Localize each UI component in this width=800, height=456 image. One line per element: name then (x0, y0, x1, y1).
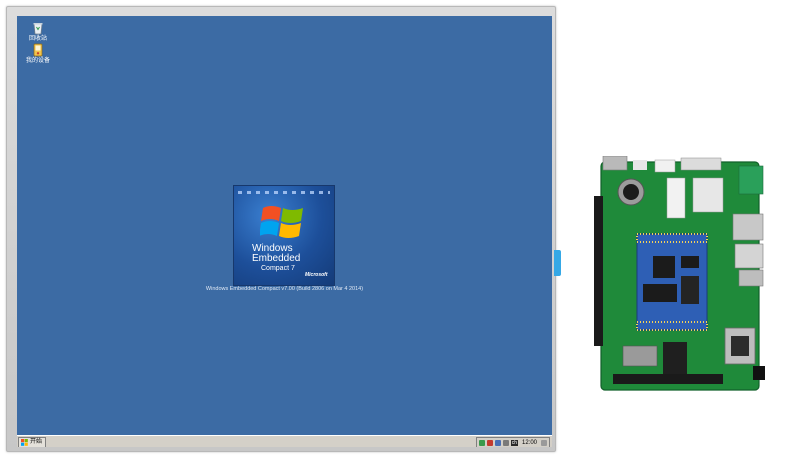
start-button-label: 开始 (30, 439, 43, 445)
lcd-monitor-frame: 回收站 我的设备 Windows Embedded Compact 7 Micr… (6, 6, 556, 452)
volume-icon[interactable] (494, 439, 501, 446)
clock[interactable]: 12:00 (520, 440, 539, 446)
splash-brand-text: Windows Embedded Compact 7 Microsoft (252, 244, 328, 279)
system-tray: ch 12:00 (475, 437, 550, 447)
my-device-icon (33, 43, 43, 57)
desktop-icon-label: 我的设备 (25, 58, 50, 64)
desktop: 回收站 我的设备 Windows Embedded Compact 7 Micr… (17, 16, 552, 447)
build-info-text: Windows Embedded Compact v7.00 (Build 28… (205, 286, 364, 292)
brand-line-compact: Compact 7 (261, 265, 295, 272)
embedded-board-photo (594, 156, 765, 391)
lcd-connector-tab (554, 250, 561, 276)
desktop-icon-label: 回收站 (28, 36, 47, 42)
network-icon[interactable] (478, 439, 485, 446)
desktop-toggle-icon[interactable] (541, 439, 547, 446)
start-button[interactable]: 开始 (18, 437, 47, 447)
display-icon[interactable] (502, 439, 509, 446)
windows-embedded-splash-logo: Windows Embedded Compact 7 Microsoft (233, 185, 335, 286)
brand-line-embedded: Embedded (252, 253, 301, 264)
connection-status-icon[interactable] (486, 439, 493, 446)
recycle-bin-icon (33, 23, 43, 35)
splash-dot-strip (238, 191, 330, 194)
start-windows-icon (21, 439, 28, 446)
taskbar: 开始 ch 12:00 (17, 435, 552, 447)
desktop-icon-recycle-bin[interactable]: 回收站 (21, 21, 55, 43)
desktop-icon-my-device[interactable]: 我的设备 (21, 43, 55, 65)
windows-flag-icon (260, 206, 303, 238)
input-method-badge[interactable]: ch (510, 439, 518, 446)
vendor-logo-text: Microsoft (305, 272, 328, 278)
